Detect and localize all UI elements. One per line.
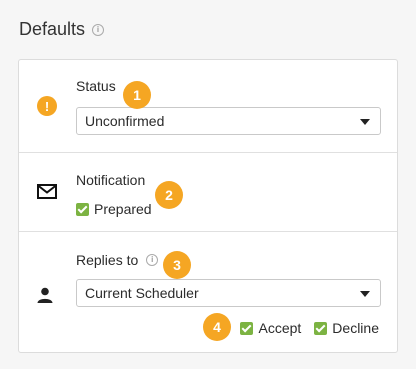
status-label: Status — [76, 78, 116, 94]
prepared-checkbox[interactable]: Prepared — [76, 201, 152, 217]
status-select-value: Unconfirmed — [85, 113, 165, 129]
callout-badge-4: 4 — [203, 313, 231, 341]
status-row: ! Status Unconfirmed — [19, 60, 397, 152]
section-title: Defaults — [19, 19, 86, 39]
checkbox-checked-icon[interactable] — [76, 202, 89, 216]
replies-select[interactable]: Current Scheduler — [76, 279, 381, 307]
envelope-icon — [37, 184, 57, 204]
caret-down-icon — [360, 291, 370, 297]
checkbox-checked-icon[interactable] — [314, 321, 328, 335]
callout-badge-3: 3 — [163, 251, 191, 279]
decline-checkbox[interactable]: Decline — [314, 320, 379, 336]
section-heading: Defaults i — [19, 19, 105, 40]
exclamation-glyph: ! — [44, 98, 50, 114]
status-select[interactable]: Unconfirmed — [76, 107, 381, 135]
replies-label-group: Replies to i — [76, 252, 159, 268]
callout-badge-1: 1 — [123, 81, 151, 109]
exclamation-circle-icon: ! — [37, 96, 57, 116]
decline-label: Decline — [332, 320, 379, 336]
replies-label: Replies to — [76, 252, 139, 268]
callout-badge-2: 2 — [155, 181, 183, 209]
person-icon — [37, 287, 53, 308]
prepared-label: Prepared — [94, 201, 152, 217]
accept-checkbox[interactable]: Accept — [240, 320, 301, 336]
info-icon[interactable]: i — [92, 23, 105, 36]
defaults-card: ! Status Unconfirmed Notification Prepar… — [18, 59, 398, 353]
replies-select-value: Current Scheduler — [85, 285, 199, 301]
info-icon[interactable]: i — [146, 254, 159, 266]
notification-label: Notification — [76, 172, 146, 188]
notification-row: Notification Prepared — [19, 152, 397, 231]
checkbox-checked-icon[interactable] — [240, 321, 254, 335]
reply-options: Accept Decline — [240, 320, 379, 336]
caret-down-icon — [360, 119, 370, 125]
accept-label: Accept — [258, 320, 302, 336]
